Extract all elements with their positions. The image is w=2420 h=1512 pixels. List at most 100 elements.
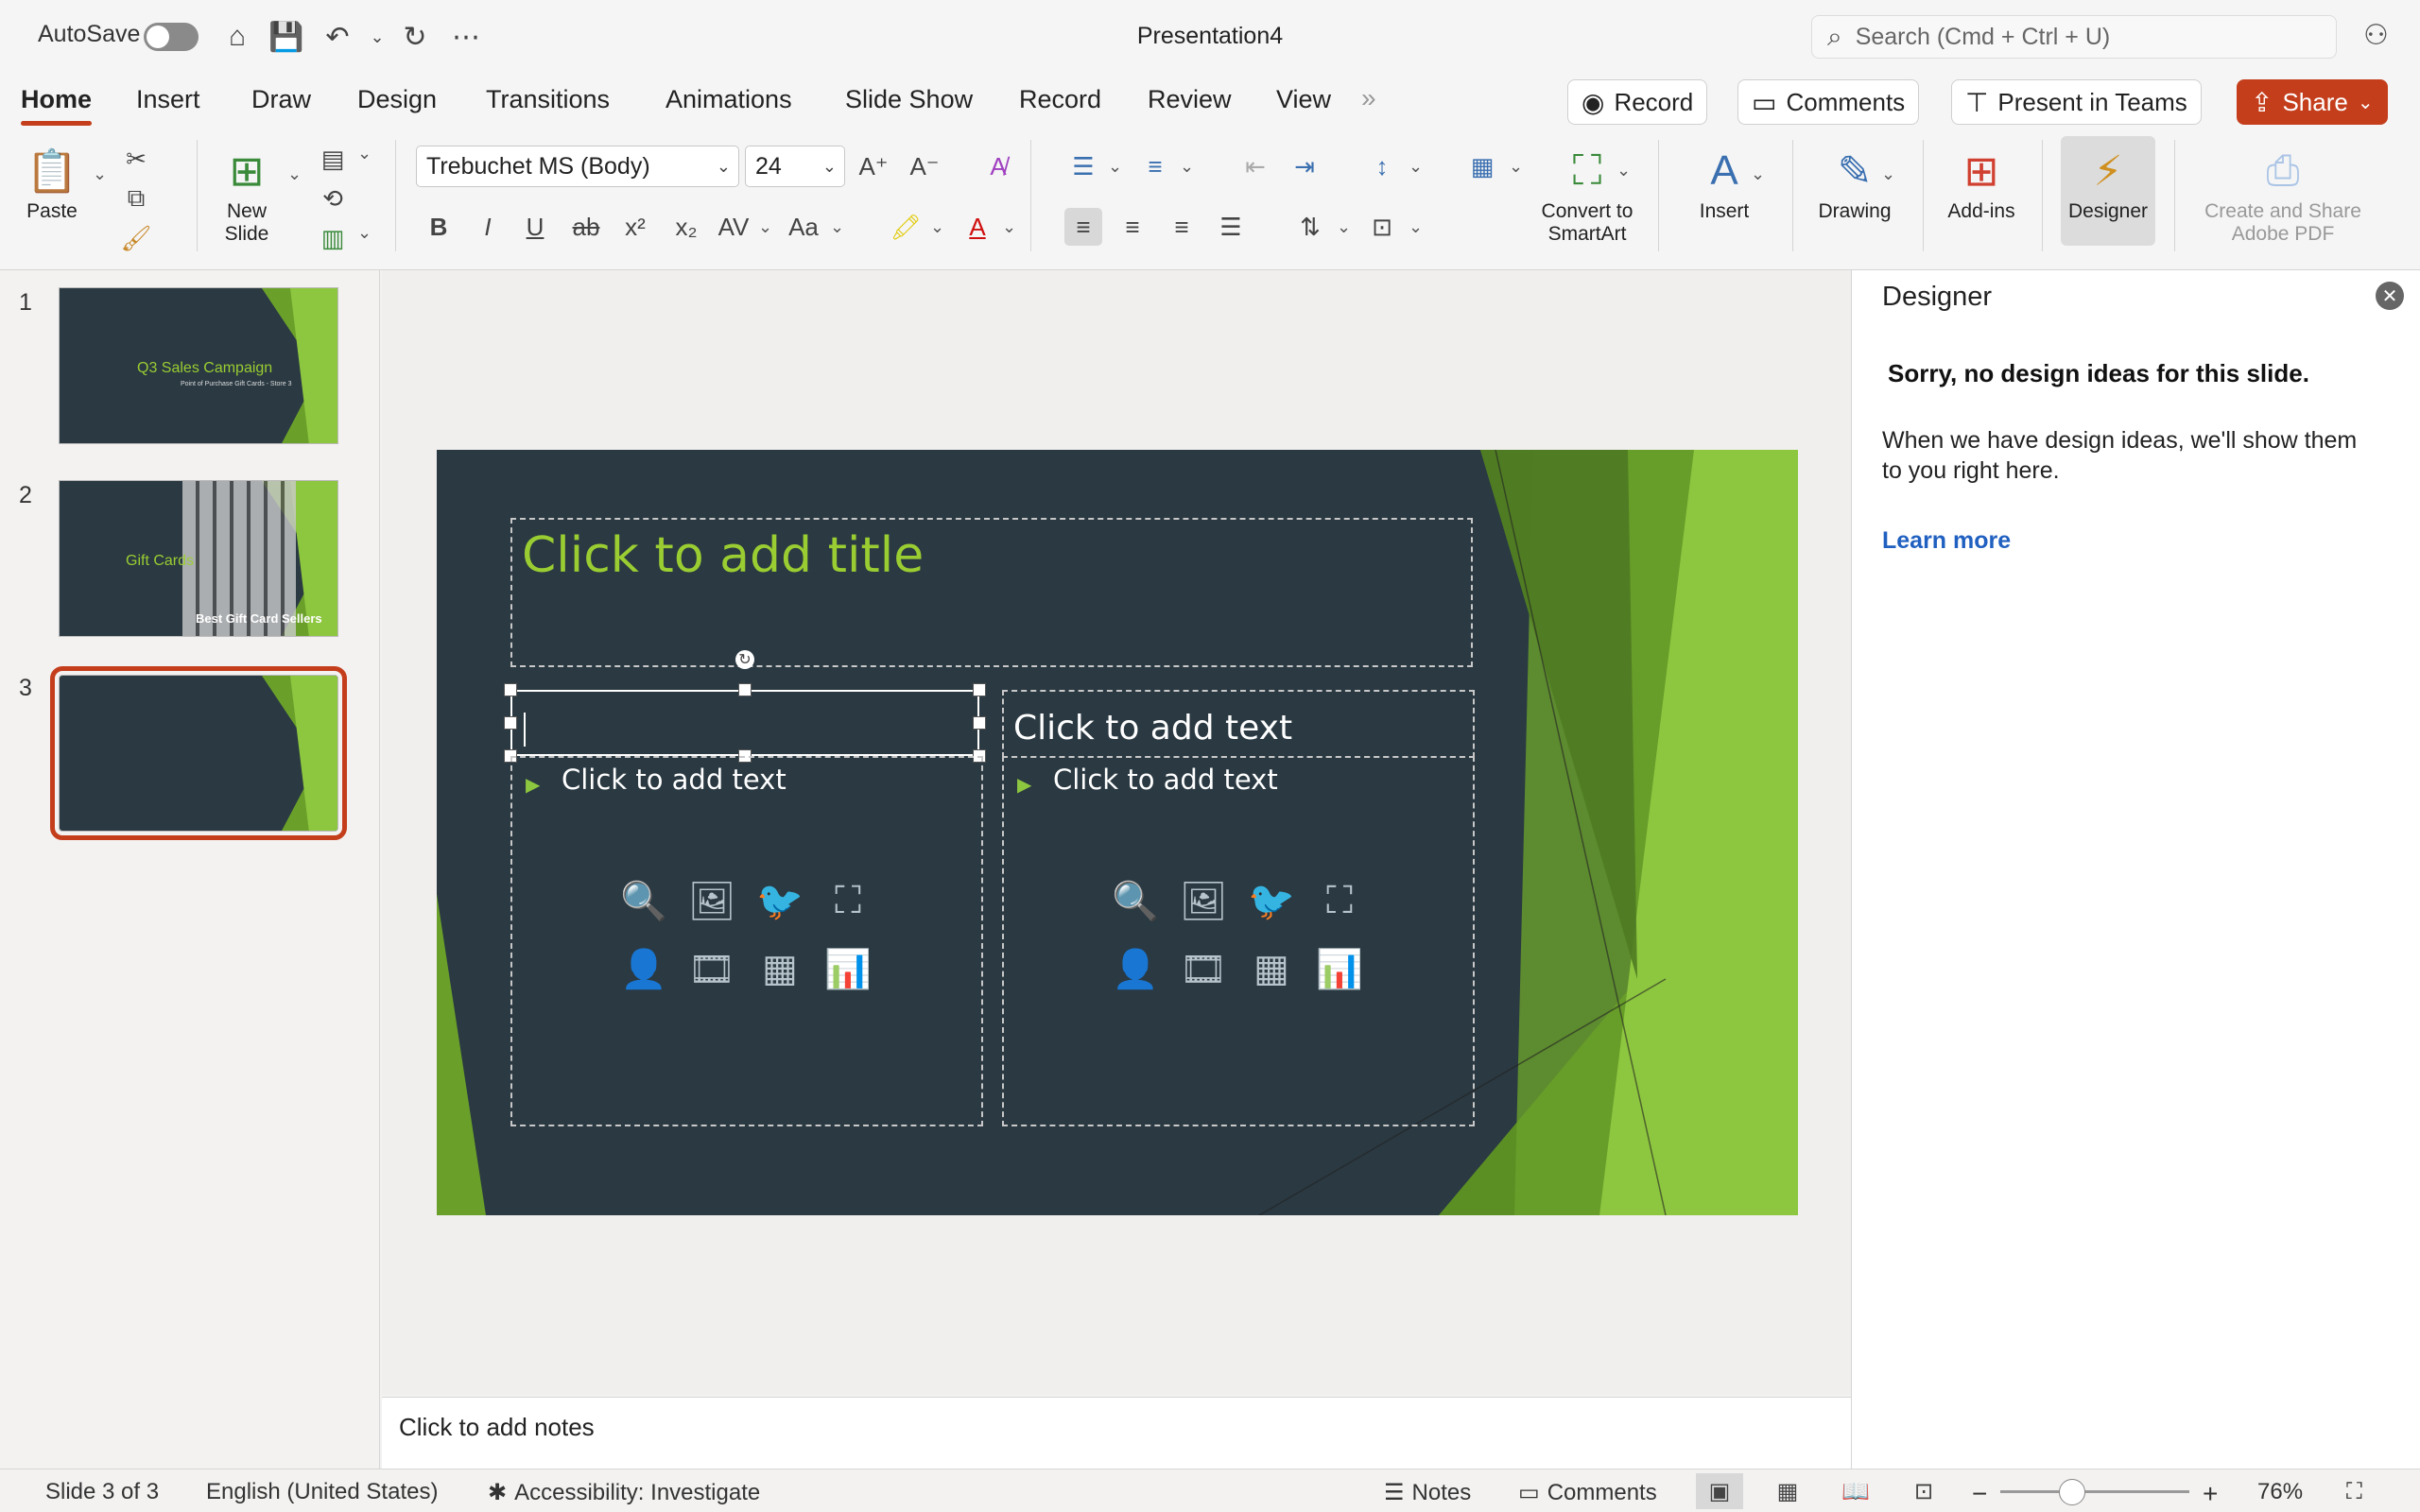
zoom-slider[interactable]	[2000, 1490, 2189, 1493]
slide-thumbnail-1[interactable]: Q3 Sales Campaign Point of Purchase Gift…	[59, 287, 338, 444]
table-icon[interactable]: ▦	[752, 941, 807, 996]
home-icon[interactable]: ⌂	[217, 17, 257, 57]
table-icon[interactable]: ▦	[1244, 941, 1299, 996]
line-spacing-icon[interactable]: ↕	[1363, 147, 1401, 185]
rotate-handle-icon[interactable]: ↻	[735, 650, 754, 669]
tab-record[interactable]: Record	[1019, 85, 1101, 114]
autosave-toggle[interactable]	[144, 23, 199, 51]
reset-icon[interactable]: ⟲	[314, 180, 352, 217]
account-icon[interactable]: ⚇	[2363, 19, 2389, 52]
add-ins-button[interactable]: ⊞ Add-ins	[1936, 142, 2027, 223]
bold-icon[interactable]: B	[420, 208, 458, 246]
columns-icon[interactable]: ▦	[1463, 147, 1501, 185]
font-color-icon[interactable]: A	[959, 208, 996, 246]
smartart-icon[interactable]: ⛶	[1312, 873, 1367, 928]
resize-handle[interactable]	[738, 683, 752, 696]
comments-button[interactable]: ▭ Comments	[1737, 79, 1920, 125]
numbering-icon[interactable]: ≡	[1136, 147, 1174, 185]
tab-insert[interactable]: Insert	[136, 85, 200, 114]
change-case-icon[interactable]: Aa	[785, 208, 822, 246]
format-painter-icon[interactable]: 🖌	[117, 219, 155, 257]
chevron-down-icon[interactable]: ⌄	[1509, 157, 1523, 177]
reading-view-icon[interactable]: 📖	[1832, 1473, 1879, 1509]
undo-icon[interactable]: ↶	[318, 17, 357, 57]
create-share-adobe-pdf-button[interactable]: ⎙ Create and Share Adobe PDF	[2193, 142, 2373, 246]
chart-icon[interactable]: 📊	[821, 941, 875, 996]
notes-pane[interactable]: Click to add notes	[382, 1397, 1851, 1469]
smartart-icon[interactable]: ⛶	[821, 873, 875, 928]
justify-icon[interactable]: ☰	[1212, 208, 1250, 246]
zoom-slider-handle[interactable]	[2059, 1479, 2085, 1505]
left-content-placeholder[interactable]: ▶ Click to add text 🔍 🖼 🐦 ⛶ 👤 🎞 ▦ 📊	[510, 756, 983, 1126]
zoom-in-icon[interactable]: +	[2203, 1479, 2218, 1509]
zoom-level[interactable]: 76%	[2257, 1479, 2303, 1505]
search-box[interactable]: ⌕ Search (Cmd + Ctrl + U)	[1811, 15, 2337, 59]
fit-to-window-icon[interactable]: ⛶	[2346, 1479, 2362, 1505]
current-slide[interactable]: Click to add title ↻ ▶ Click to add text…	[437, 450, 1798, 1215]
chevron-down-icon[interactable]: ⌄	[830, 217, 844, 237]
tab-transitions[interactable]: Transitions	[486, 85, 610, 114]
highlight-icon[interactable]: 🖍	[887, 208, 925, 246]
close-icon[interactable]: ✕	[2376, 282, 2404, 310]
right-content-placeholder[interactable]: ▶ Click to add text 🔍 🖼 🐦 ⛶ 👤 🎞 ▦ 📊	[1002, 756, 1475, 1126]
tab-animations[interactable]: Animations	[666, 85, 792, 114]
copy-icon[interactable]: ⧉	[117, 180, 155, 217]
title-placeholder[interactable]: Click to add title	[510, 518, 1473, 667]
icons-icon[interactable]: 🐦	[752, 873, 807, 928]
zoom-out-icon[interactable]: −	[1972, 1479, 1987, 1509]
tab-slide-show[interactable]: Slide Show	[845, 85, 973, 114]
chevron-down-icon[interactable]: ⌄	[1180, 157, 1194, 177]
resize-handle[interactable]	[504, 716, 517, 730]
clear-formatting-icon[interactable]: A̸	[979, 147, 1017, 185]
chevron-down-icon[interactable]: ⌄	[930, 217, 944, 237]
chevron-down-icon[interactable]: ⌄	[357, 223, 372, 243]
layout-icon[interactable]: ▤	[314, 140, 352, 178]
font-name-dropdown[interactable]: Trebuchet MS (Body) ⌄	[416, 146, 739, 187]
text-direction-icon[interactable]: ⇅	[1291, 208, 1329, 246]
character-spacing-icon[interactable]: AV	[715, 208, 752, 246]
left-header-textbox[interactable]	[510, 690, 979, 756]
decrease-indent-icon[interactable]: ⇤	[1236, 147, 1274, 185]
stock-images-icon[interactable]: 🔍	[1108, 873, 1163, 928]
more-commands-icon[interactable]: ⋯	[446, 17, 486, 57]
section-icon[interactable]: ▥	[314, 219, 352, 257]
align-center-icon[interactable]: ≡	[1114, 208, 1151, 246]
paste-button[interactable]: 📋 Paste	[23, 142, 81, 223]
font-size-dropdown[interactable]: 24 ⌄	[745, 146, 845, 187]
icons-icon[interactable]: 🐦	[1244, 873, 1299, 928]
designer-button[interactable]: ⚡ Designer	[2061, 136, 2155, 246]
chevron-down-icon[interactable]: ⌄	[287, 164, 302, 184]
record-button[interactable]: ◉ Record	[1567, 79, 1708, 125]
video-icon[interactable]: 🎞	[1176, 941, 1231, 996]
chevron-down-icon[interactable]: ⌄	[1409, 217, 1423, 237]
resize-handle[interactable]	[973, 683, 986, 696]
resize-handle[interactable]	[504, 683, 517, 696]
learn-more-link[interactable]: Learn more	[1882, 527, 2011, 555]
slide-show-icon[interactable]: ⊡	[1900, 1473, 1947, 1509]
align-text-icon[interactable]: ⊡	[1363, 208, 1401, 246]
slide-sorter-icon[interactable]: ▦	[1764, 1473, 1811, 1509]
stock-images-icon[interactable]: 🔍	[616, 873, 671, 928]
subscript-icon[interactable]: x₂	[667, 208, 705, 246]
bullets-icon[interactable]: ☰	[1064, 147, 1102, 185]
chevron-down-icon[interactable]: ⌄	[357, 144, 372, 163]
resize-handle[interactable]	[973, 716, 986, 730]
save-icon[interactable]: 💾	[267, 17, 306, 57]
align-right-icon[interactable]: ≡	[1163, 208, 1201, 246]
chevron-down-icon[interactable]: ⌄	[1751, 164, 1765, 184]
chevron-down-icon[interactable]: ⌄	[93, 164, 107, 184]
italic-icon[interactable]: I	[469, 208, 507, 246]
present-in-teams-button[interactable]: ⊤ Present in Teams	[1951, 79, 2202, 125]
tab-design[interactable]: Design	[357, 85, 437, 114]
increase-indent-icon[interactable]: ⇥	[1286, 147, 1323, 185]
chevron-down-icon[interactable]: ⌄	[1002, 217, 1016, 237]
notes-toggle-button[interactable]: ☰ Notes	[1384, 1479, 1471, 1506]
underline-icon[interactable]: U	[516, 208, 554, 246]
tab-draw[interactable]: Draw	[251, 85, 311, 114]
comments-toggle-button[interactable]: ▭ Comments	[1518, 1479, 1657, 1506]
tab-home[interactable]: Home	[21, 85, 93, 126]
chevron-down-icon[interactable]: ⌄	[1881, 164, 1895, 184]
cameo-icon[interactable]: 👤	[616, 941, 671, 996]
slide-thumbnail-3[interactable]	[50, 666, 347, 840]
share-button[interactable]: ⇪ Share ⌄	[2237, 79, 2388, 125]
